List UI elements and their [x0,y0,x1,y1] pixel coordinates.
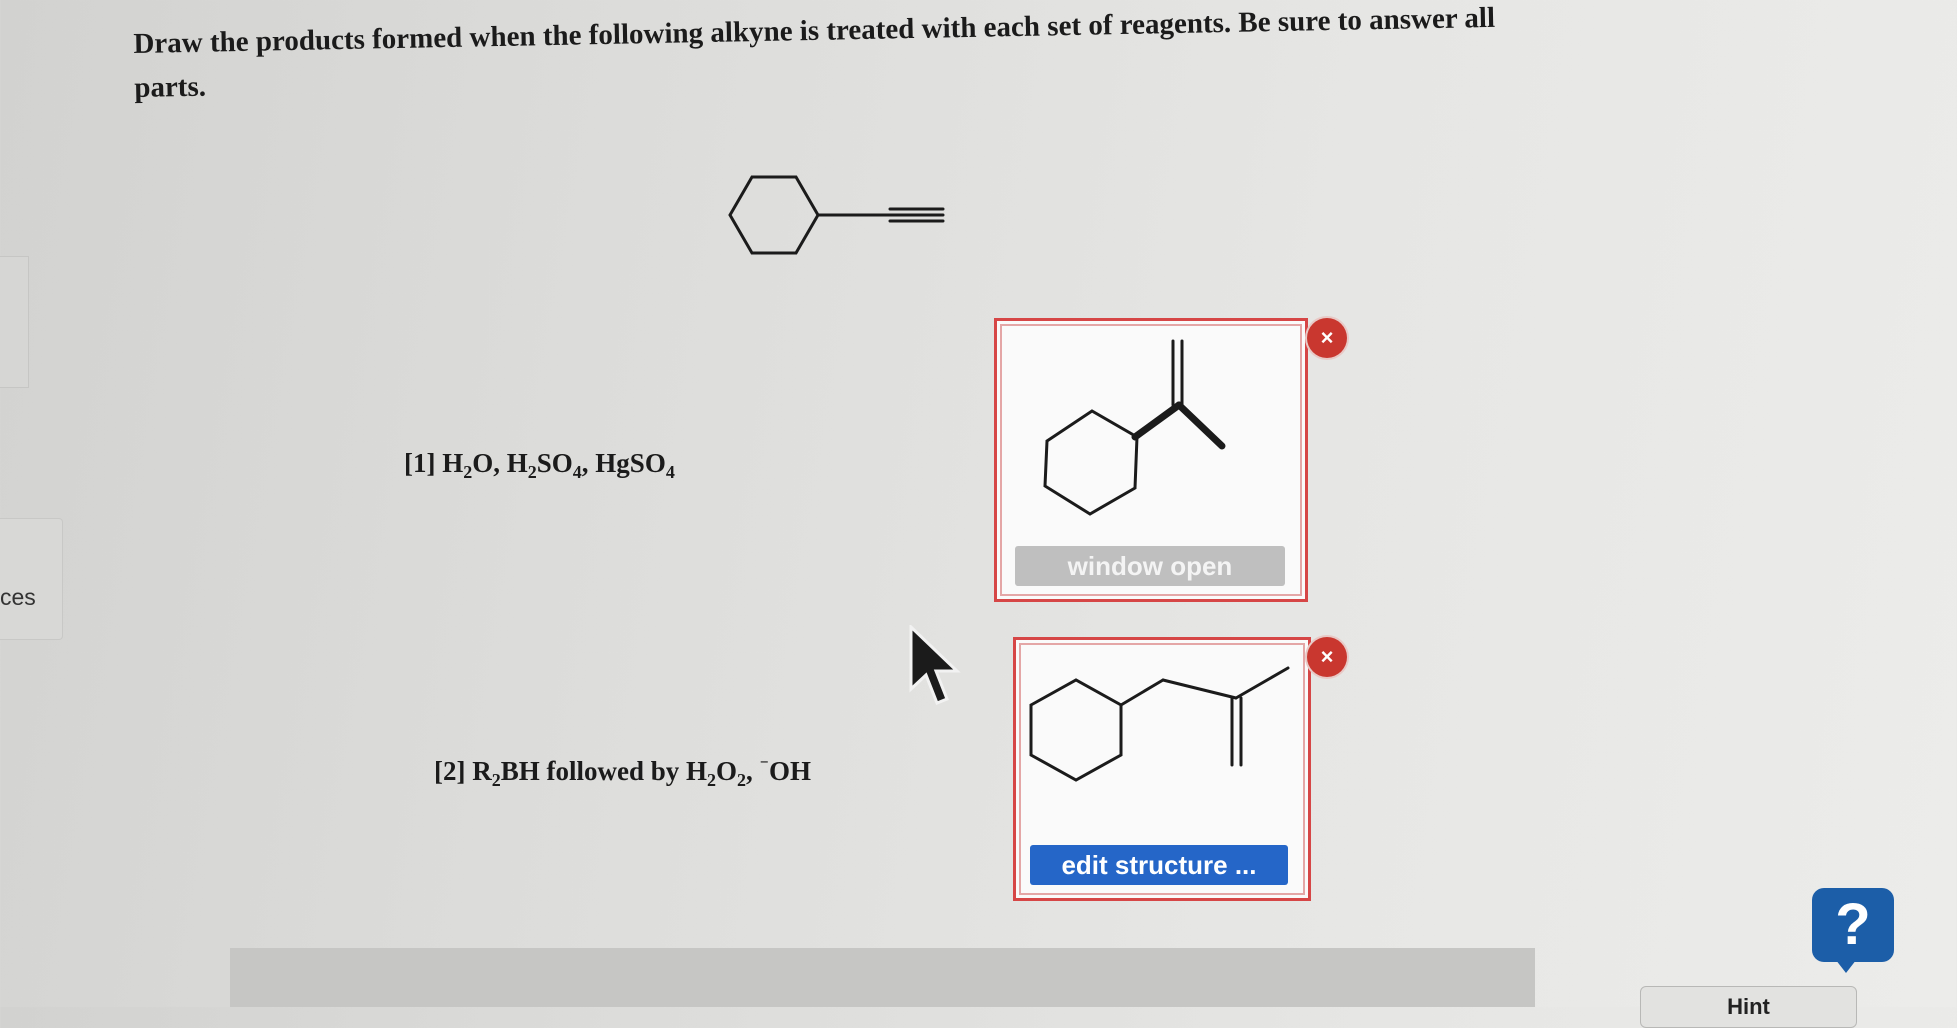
cursor-arrow-icon [907,623,967,714]
window-open-button[interactable]: window open [1015,546,1285,586]
side-tab[interactable] [0,518,63,640]
hint-button[interactable]: Hint [1640,986,1857,1028]
starting-alkyne-structure [725,165,955,275]
side-panel-edge [0,256,29,388]
part-1-answer-box[interactable]: window open [994,318,1308,602]
question-prompt: Draw the products formed when the follow… [133,1,1496,104]
part-2-answer-box[interactable]: edit structure ... [1013,637,1311,901]
close-icon[interactable]: × [1307,637,1347,677]
part-2-reagents: [2] R2BH followed by H2O2, ⁻OH [434,755,812,790]
edit-structure-button[interactable]: edit structure ... [1030,845,1288,885]
side-tab-label: ces [0,584,36,610]
help-icon-tail [1832,955,1860,973]
part-1-product-structure [1043,339,1226,516]
part-1-label: [1] [404,448,436,478]
bottom-panel [230,948,1535,1007]
part-2-product-structure [1029,666,1290,782]
close-icon[interactable]: × [1307,318,1347,358]
part-2-label: [2] [434,756,466,786]
help-icon[interactable]: ? [1812,888,1894,962]
part-1-reagents: [1] H2O, H2SO4, HgSO4 [404,448,675,482]
